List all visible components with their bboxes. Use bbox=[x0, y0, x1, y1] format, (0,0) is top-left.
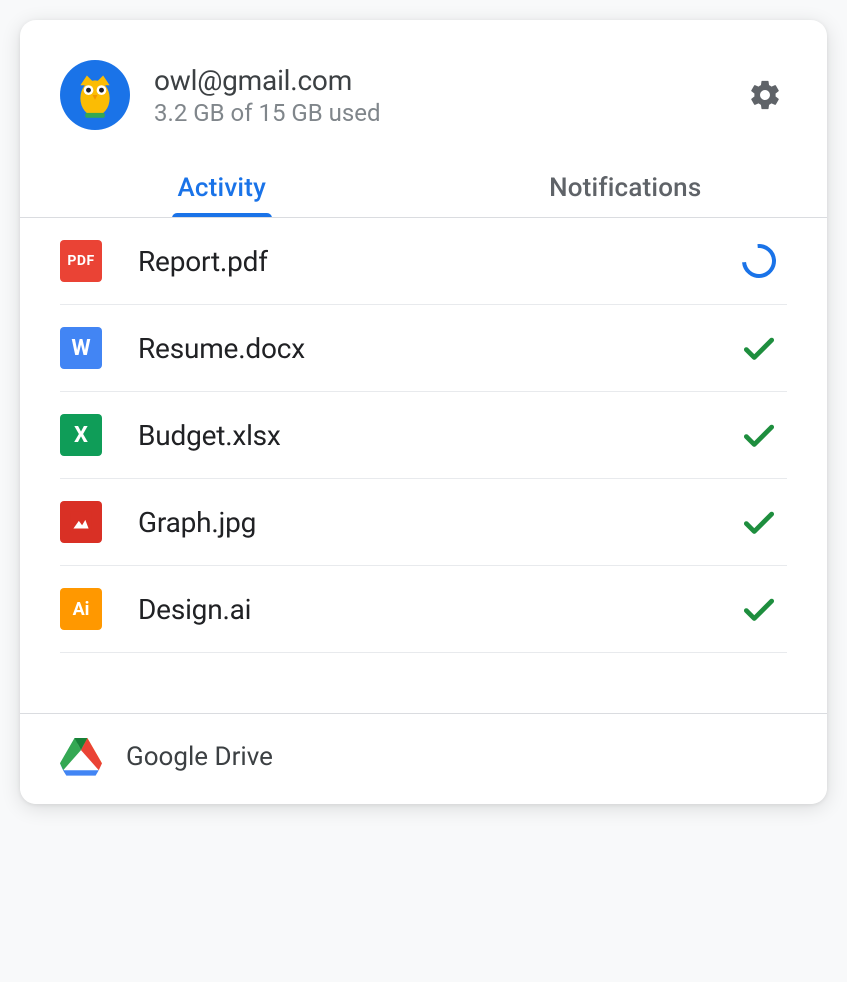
file-row[interactable]: Graph.jpg bbox=[60, 479, 787, 566]
tab-notifications[interactable]: Notifications bbox=[424, 158, 828, 217]
tabs: Activity Notifications bbox=[20, 158, 827, 218]
excel-icon: X bbox=[60, 414, 102, 456]
tab-label: Notifications bbox=[549, 173, 701, 203]
uploading-status bbox=[739, 241, 779, 281]
file-list: PDF Report.pdf W Resume.docx X Budget.xl… bbox=[20, 218, 827, 713]
file-name: Graph.jpg bbox=[138, 506, 739, 539]
file-row[interactable]: Ai Design.ai bbox=[60, 566, 787, 653]
storage-usage: 3.2 GB of 15 GB used bbox=[154, 99, 743, 127]
settings-button[interactable] bbox=[743, 73, 787, 117]
account-email: owl@gmail.com bbox=[154, 64, 743, 97]
done-status bbox=[739, 502, 779, 542]
file-row[interactable]: W Resume.docx bbox=[60, 305, 787, 392]
drive-panel: owl@gmail.com 3.2 GB of 15 GB used Activ… bbox=[20, 20, 827, 804]
check-icon bbox=[740, 329, 778, 367]
spinner-icon bbox=[735, 237, 783, 285]
done-status bbox=[739, 589, 779, 629]
mountain-icon bbox=[68, 509, 94, 535]
done-status bbox=[739, 415, 779, 455]
footer[interactable]: Google Drive bbox=[20, 713, 827, 804]
check-icon bbox=[740, 416, 778, 454]
done-status bbox=[739, 328, 779, 368]
google-drive-icon bbox=[60, 738, 102, 776]
file-row[interactable]: PDF Report.pdf bbox=[60, 218, 787, 305]
file-name: Design.ai bbox=[138, 593, 739, 626]
illustrator-icon: Ai bbox=[60, 588, 102, 630]
account-info: owl@gmail.com 3.2 GB of 15 GB used bbox=[154, 64, 743, 127]
pdf-icon: PDF bbox=[60, 240, 102, 282]
check-icon bbox=[740, 590, 778, 628]
file-name: Report.pdf bbox=[138, 245, 739, 278]
image-icon bbox=[60, 501, 102, 543]
account-header: owl@gmail.com 3.2 GB of 15 GB used bbox=[20, 20, 827, 158]
owl-avatar-icon bbox=[69, 69, 121, 121]
file-row[interactable]: X Budget.xlsx bbox=[60, 392, 787, 479]
gear-icon bbox=[748, 78, 782, 112]
avatar[interactable] bbox=[60, 60, 130, 130]
tab-activity[interactable]: Activity bbox=[20, 158, 424, 217]
check-icon bbox=[740, 503, 778, 541]
footer-label: Google Drive bbox=[126, 742, 273, 772]
word-icon: W bbox=[60, 327, 102, 369]
file-name: Budget.xlsx bbox=[138, 419, 739, 452]
tab-label: Activity bbox=[177, 173, 266, 203]
file-name: Resume.docx bbox=[138, 332, 739, 365]
